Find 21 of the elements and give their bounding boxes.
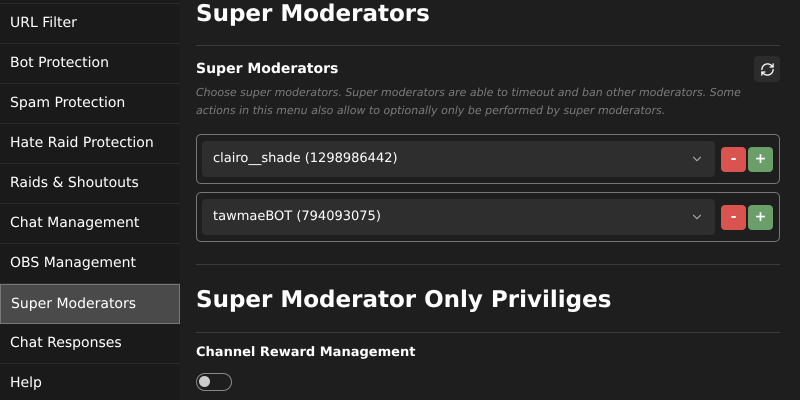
sidebar-item[interactable]: Chat Responses — [0, 324, 180, 364]
section-title: Super Moderators — [196, 60, 338, 78]
sidebar-item[interactable]: URL Filter — [0, 4, 180, 44]
sidebar-item[interactable]: Super Moderators — [0, 284, 180, 324]
sidebar-item[interactable]: Hate Raid Protection — [0, 124, 180, 164]
sidebar-item[interactable]: Spam Protection — [0, 84, 180, 124]
moderator-select[interactable]: tawmaeBOT (794093075) — [202, 199, 715, 235]
remove-button[interactable]: - — [721, 204, 746, 230]
section-description: Choose super moderators. Super moderators are able to timeout and ban other moderators. Some actions in this menu also allow to optionally only be performed by super moderators. — [196, 85, 742, 119]
toggle-switch[interactable] — [196, 372, 232, 390]
remove-button[interactable]: - — [721, 146, 746, 172]
setting-label: Channel Reward Management — [196, 344, 416, 362]
sidebar-item[interactable]: Raids & Shoutouts — [0, 164, 180, 204]
section-heading: Super Moderator Only Priviliges — [196, 286, 612, 315]
refresh-icon — [760, 62, 774, 76]
sidebar-item[interactable]: Chat Management — [0, 204, 180, 244]
sidebar-item[interactable]: Bot Protection — [0, 44, 180, 84]
sidebar-item[interactable]: Help — [0, 364, 180, 400]
page-title: Super Moderators — [196, 0, 431, 29]
refresh-button[interactable] — [754, 56, 780, 82]
moderator-select[interactable]: clairo__shade (1298986442) — [202, 141, 715, 177]
